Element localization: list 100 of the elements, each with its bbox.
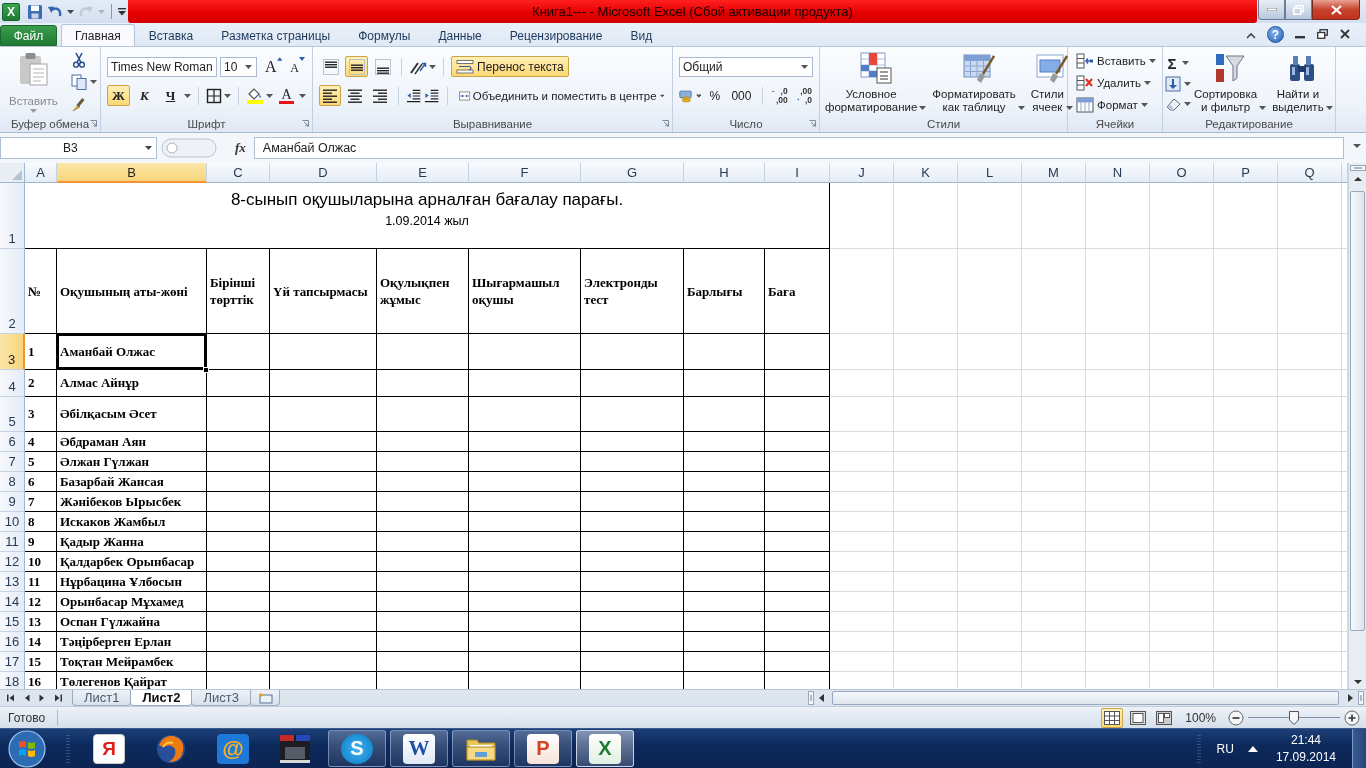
tray-arrow-icon[interactable] — [1247, 745, 1258, 752]
show-desktop-button[interactable] — [1352, 729, 1366, 768]
customize-menu-icon[interactable] — [118, 7, 126, 16]
ribbon-tab[interactable]: Данные — [424, 24, 496, 46]
column-header[interactable]: Q — [1278, 163, 1342, 183]
increase-indent-icon[interactable] — [424, 87, 440, 104]
ribbon-tab[interactable]: Главная — [61, 24, 135, 46]
row-header[interactable]: 11 — [0, 532, 25, 552]
autosum-button[interactable]: Σ — [1165, 54, 1179, 72]
collapse-ribbon-icon[interactable] — [1246, 32, 1256, 39]
align-left-button[interactable] — [319, 85, 342, 106]
zoom-level[interactable]: 100% — [1185, 710, 1216, 725]
decrease-indent-icon[interactable] — [406, 87, 422, 104]
row-header[interactable]: 4 — [0, 370, 25, 397]
column-header[interactable]: A — [25, 163, 57, 183]
clock-date[interactable]: 17.09.2014 — [1275, 748, 1336, 766]
scroll-right-icon[interactable] — [1345, 691, 1355, 705]
fill-handle-icon[interactable] — [203, 367, 209, 373]
caret-icon[interactable] — [1182, 61, 1189, 65]
ribbon-tab[interactable]: Вставка — [134, 24, 208, 46]
language-indicator[interactable]: RU — [1216, 741, 1234, 756]
dialog-launcher-icon[interactable] — [809, 120, 816, 127]
shrink-font-button[interactable]: A — [287, 56, 308, 77]
caret-icon[interactable] — [1184, 102, 1191, 106]
align-middle-button[interactable] — [345, 56, 368, 77]
cell-styles-button[interactable]: Стили ячеек — [1027, 49, 1076, 115]
zoom-slider[interactable] — [1248, 709, 1340, 726]
name-box[interactable]: B3 — [0, 137, 157, 159]
normal-view-button[interactable] — [1101, 707, 1124, 728]
eraser-icon[interactable] — [1165, 96, 1181, 112]
close-icon[interactable] — [1340, 29, 1350, 39]
caret-icon[interactable] — [245, 64, 252, 69]
caret-icon[interactable] — [67, 9, 74, 14]
scroll-left-icon[interactable] — [817, 691, 827, 705]
splitter-handle-icon[interactable] — [161, 138, 217, 158]
merge-button[interactable]: Объединить и поместить в центре — [454, 85, 668, 106]
column-header[interactable]: D — [270, 163, 377, 183]
app-logo[interactable]: X — [2, 2, 20, 21]
column-header[interactable]: N — [1086, 163, 1150, 183]
decrease-decimal-button[interactable]: ,00 ,0 — [793, 85, 815, 106]
first-sheet-icon[interactable] — [7, 694, 15, 702]
increase-decimal-button[interactable]: ,0 ,00 — [769, 85, 791, 106]
caret-icon[interactable] — [429, 64, 436, 69]
column-header[interactable]: L — [958, 163, 1022, 183]
caret-icon[interactable] — [224, 93, 231, 98]
paint-bucket-icon[interactable] — [246, 87, 264, 104]
row-header[interactable]: 17 — [0, 652, 25, 672]
ribbon-tab[interactable]: Формулы — [344, 24, 425, 46]
conditional-formatting-button[interactable]: Условное форматирование — [822, 49, 930, 115]
thousands-button[interactable]: 000 — [728, 85, 755, 106]
borders-icon[interactable] — [206, 87, 222, 104]
clock-time[interactable]: 21:44 — [1290, 731, 1321, 749]
sheet-tab[interactable]: Лист2 — [130, 690, 193, 706]
caret-icon[interactable] — [184, 93, 191, 98]
column-header[interactable]: K — [894, 163, 958, 183]
ribbon-tab[interactable]: Разметка страницы — [207, 24, 345, 46]
caret-icon[interactable] — [801, 64, 808, 69]
column-header[interactable]: J — [830, 163, 894, 183]
taskbar-button[interactable]: W — [390, 730, 448, 767]
sort-filter-button[interactable]: Сортировка и фильтр — [1191, 49, 1270, 115]
next-sheet-icon[interactable] — [39, 694, 45, 702]
formula-field[interactable]: Аманбай Олжас — [253, 137, 1344, 159]
font-color-button[interactable]: A — [276, 85, 297, 106]
dialog-launcher-icon[interactable] — [90, 120, 97, 127]
column-header[interactable]: M — [1022, 163, 1086, 183]
minimize-button[interactable] — [1258, 0, 1285, 20]
ribbon-tab[interactable]: Рецензирование — [495, 24, 617, 46]
brush-icon[interactable] — [70, 96, 87, 112]
save-icon[interactable] — [27, 3, 43, 20]
row-header[interactable]: 13 — [0, 572, 25, 592]
caret-icon[interactable] — [299, 93, 306, 98]
row-header[interactable]: 6 — [0, 432, 25, 452]
column-header[interactable]: G — [581, 163, 684, 183]
minimize-icon[interactable] — [1295, 36, 1305, 39]
row-header[interactable]: 12 — [0, 552, 25, 572]
row-header[interactable]: 16 — [0, 632, 25, 652]
restore-button[interactable] — [1285, 0, 1312, 20]
row-header[interactable]: 14 — [0, 592, 25, 612]
row-header[interactable]: 15 — [0, 612, 25, 632]
column-header[interactable]: I — [765, 163, 830, 183]
bold-button[interactable]: Ж — [107, 85, 130, 106]
row-header[interactable]: 9 — [0, 492, 25, 512]
zoom-in-icon[interactable] — [1344, 709, 1360, 726]
row-header[interactable]: 8 — [0, 472, 25, 492]
row-header[interactable]: 3 — [0, 334, 25, 370]
sheet-tab[interactable]: Лист1 — [72, 690, 132, 706]
font-name-field[interactable]: Times New Roman — [107, 56, 217, 77]
zoom-out-icon[interactable] — [1228, 709, 1244, 726]
number-format-field[interactable]: Общий — [679, 56, 813, 77]
find-select-button[interactable]: Найти и выделить — [1269, 49, 1336, 115]
close-button[interactable] — [1312, 0, 1360, 20]
scissors-icon[interactable] — [70, 52, 87, 68]
wrap-text-button[interactable]: Перенос текста — [451, 56, 569, 77]
caret-icon[interactable] — [89, 80, 97, 84]
row-header[interactable]: 10 — [0, 512, 25, 532]
caret-icon[interactable] — [266, 93, 273, 98]
italic-button[interactable]: К — [133, 85, 156, 106]
row-header[interactable]: 1 — [0, 183, 25, 249]
taskbar-button[interactable]: P — [514, 730, 572, 767]
format-cells-button[interactable]: Формат — [1073, 94, 1151, 115]
